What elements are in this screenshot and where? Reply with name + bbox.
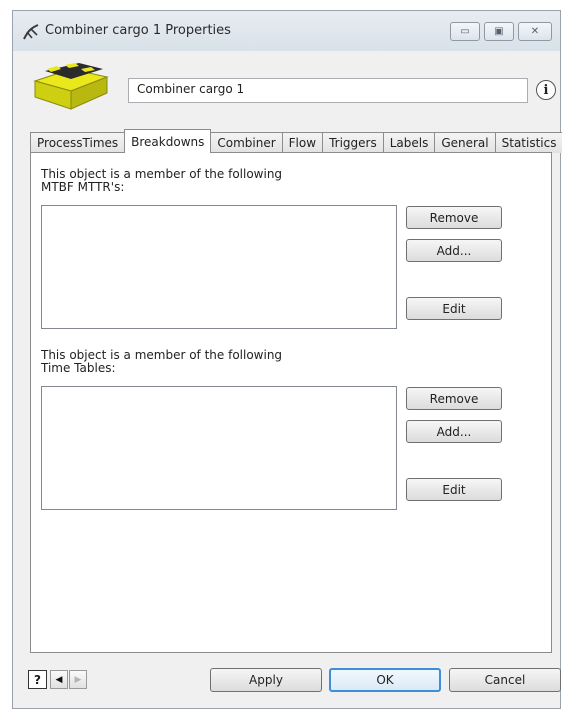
tab-statistics[interactable]: Statistics [494, 132, 562, 153]
tab-general[interactable]: General [434, 132, 496, 153]
minimize-button[interactable]: ▭ [450, 22, 480, 41]
timetable-edit-button[interactable]: Edit [406, 478, 502, 501]
maximize-icon: ▣ [494, 26, 504, 37]
tab-flow[interactable]: Flow [281, 132, 324, 153]
ok-button[interactable]: OK [329, 668, 441, 692]
tab-labels[interactable]: Labels [382, 132, 436, 153]
close-button[interactable]: ✕ [518, 22, 552, 41]
next-arrow-icon[interactable]: ▶ [69, 670, 87, 689]
object-preview-image [33, 63, 109, 110]
tab-processtimes[interactable]: ProcessTimes [30, 132, 126, 153]
mtbf-section-label: This object is a member of the following… [41, 168, 282, 194]
breakdowns-panel: This object is a member of the following… [30, 152, 552, 653]
tab-strip: ProcessTimes Breakdowns Combiner Flow Tr… [30, 129, 562, 153]
mtbf-add-button[interactable]: Add... [406, 239, 502, 262]
mtbf-list[interactable] [41, 205, 397, 329]
window-title: Combiner cargo 1 Properties [45, 23, 231, 38]
close-icon: ✕ [530, 26, 540, 37]
cancel-button[interactable]: Cancel [449, 668, 561, 692]
mtbf-label-line2: MTBF MTTR's: [41, 180, 125, 194]
help-icon[interactable]: ? [28, 670, 47, 689]
mtbf-remove-button[interactable]: Remove [406, 206, 502, 229]
properties-window: Combiner cargo 1 Properties ▭ ▣ ✕ Combin… [12, 10, 562, 709]
timetable-label-line2: Time Tables: [41, 361, 116, 375]
minimize-icon: ▭ [460, 26, 470, 37]
maximize-button[interactable]: ▣ [484, 22, 514, 41]
timetable-list[interactable] [41, 386, 397, 510]
dialog-footer: ? ◀ ▶ Apply OK Cancel [13, 666, 561, 702]
app-logo-icon [23, 24, 39, 40]
title-bar[interactable]: Combiner cargo 1 Properties ▭ ▣ ✕ [13, 11, 560, 51]
tab-breakdowns[interactable]: Breakdowns [124, 129, 212, 153]
tab-triggers[interactable]: Triggers [322, 132, 384, 153]
info-icon[interactable]: i [536, 80, 556, 100]
mtbf-edit-button[interactable]: Edit [406, 297, 502, 320]
timetable-add-button[interactable]: Add... [406, 420, 502, 443]
tab-combiner[interactable]: Combiner [210, 132, 283, 153]
timetable-section-label: This object is a member of the following… [41, 349, 282, 375]
apply-button[interactable]: Apply [210, 668, 322, 692]
previous-arrow-icon[interactable]: ◀ [50, 670, 68, 689]
timetable-remove-button[interactable]: Remove [406, 387, 502, 410]
object-name-input[interactable]: Combiner cargo 1 [128, 78, 528, 103]
